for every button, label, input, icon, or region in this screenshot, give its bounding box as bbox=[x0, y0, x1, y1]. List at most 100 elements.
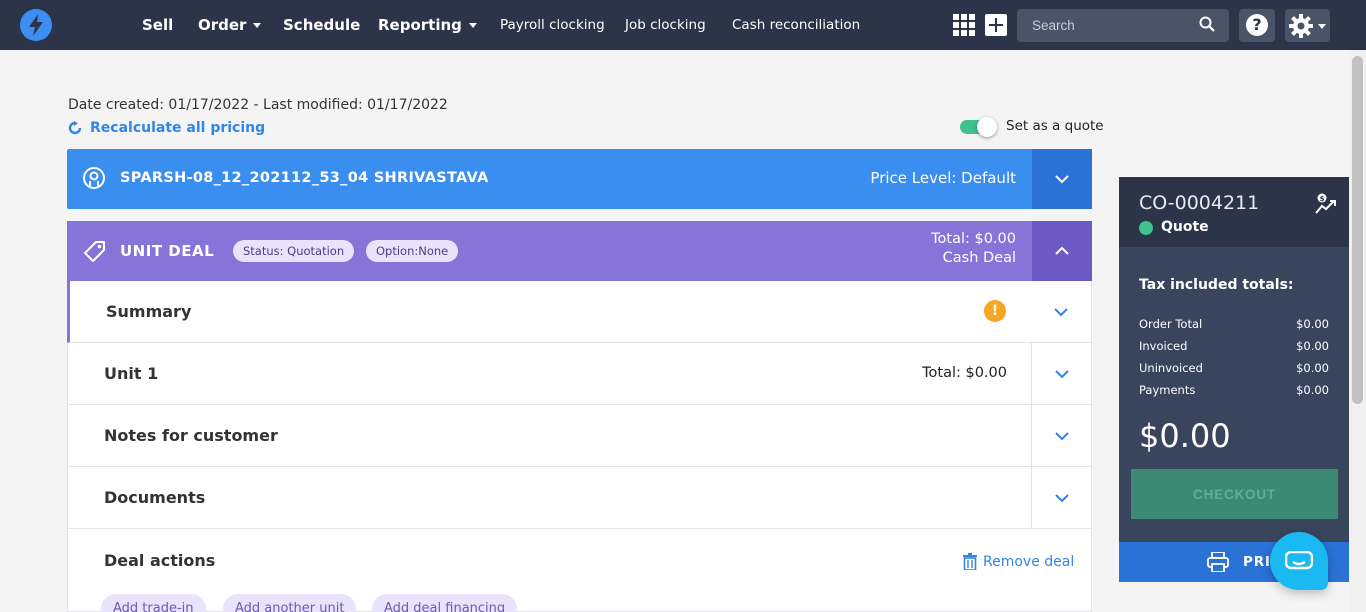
add-trade-in-button[interactable]: Add trade-in bbox=[101, 594, 206, 612]
deal-option-pill[interactable]: Option:None bbox=[366, 240, 459, 262]
panel-header: CO-0004211 Quote $ bbox=[1119, 177, 1349, 247]
nav-order-label: Order bbox=[198, 16, 247, 34]
nav-job-clocking[interactable]: Job clocking bbox=[625, 0, 706, 50]
deal-actions-label: Deal actions bbox=[104, 551, 216, 570]
refresh-icon bbox=[68, 121, 82, 135]
totals-row-label: Payments bbox=[1139, 383, 1196, 397]
tax-totals-title: Tax included totals: bbox=[1139, 277, 1294, 293]
notes-for-customer-section[interactable]: Notes for customer bbox=[67, 405, 1092, 467]
totals-row-value: $0.00 bbox=[1296, 361, 1329, 375]
top-navigation-bar: Sell Order Schedule Reporting Payroll cl… bbox=[0, 0, 1366, 50]
order-status: Quote bbox=[1161, 219, 1209, 235]
set-as-quote-toggle[interactable] bbox=[960, 117, 998, 137]
documents-section[interactable]: Documents bbox=[67, 467, 1092, 529]
page-scrollbar[interactable] bbox=[1349, 50, 1366, 612]
order-summary-panel: CO-0004211 Quote $ Tax included totals: … bbox=[1119, 177, 1349, 582]
nav-order-dropdown[interactable]: Order bbox=[198, 0, 262, 50]
unit-1-total: Total: $0.00 bbox=[922, 365, 1007, 381]
chat-support-button[interactable] bbox=[1270, 532, 1328, 590]
totals-row-label: Uninvoiced bbox=[1139, 361, 1203, 375]
apps-grid-icon[interactable] bbox=[953, 14, 975, 36]
chevron-up-icon bbox=[1055, 246, 1069, 255]
customer-avatar-icon bbox=[83, 167, 105, 189]
checkout-button[interactable]: CHECKOUT bbox=[1131, 469, 1338, 519]
totals-row: Order Total $0.00 bbox=[1139, 316, 1329, 338]
price-trend-icon[interactable]: $ bbox=[1314, 193, 1338, 217]
documents-expand-button[interactable] bbox=[1031, 467, 1091, 528]
help-icon: ? bbox=[1246, 14, 1268, 36]
totals-row-value: $0.00 bbox=[1296, 383, 1329, 397]
deal-type: Cash Deal bbox=[942, 250, 1016, 266]
totals-row-label: Order Total bbox=[1139, 317, 1203, 331]
status-dot-icon bbox=[1139, 221, 1153, 235]
totals-row: Uninvoiced $0.00 bbox=[1139, 360, 1329, 382]
notes-for-customer-label: Notes for customer bbox=[104, 426, 278, 445]
chevron-down-icon bbox=[1055, 370, 1069, 379]
nav-payroll-clocking[interactable]: Payroll clocking bbox=[500, 0, 605, 50]
add-another-unit-button[interactable]: Add another unit bbox=[223, 594, 357, 612]
summary-section[interactable]: Summary ! bbox=[67, 281, 1092, 343]
deal-totals: Total: $0.00 Cash Deal bbox=[931, 230, 1016, 268]
svg-text:$: $ bbox=[1320, 195, 1325, 203]
unit-1-expand-button[interactable] bbox=[1031, 343, 1091, 404]
settings-button[interactable] bbox=[1285, 9, 1330, 42]
nav-schedule[interactable]: Schedule bbox=[283, 0, 360, 50]
totals-list: Order Total $0.00 Invoiced $0.00 Uninvoice… bbox=[1139, 316, 1329, 404]
chevron-down-icon bbox=[1055, 432, 1069, 441]
nav-sell[interactable]: Sell bbox=[142, 0, 173, 50]
nav-payroll-clocking-label: Payroll clocking bbox=[500, 17, 605, 33]
customer-name[interactable]: SPARSH-08_12_202112_53_04 SHRIVASTAVA bbox=[120, 170, 489, 186]
documents-label: Documents bbox=[104, 488, 206, 507]
caret-down-icon bbox=[1318, 24, 1326, 29]
search-input[interactable] bbox=[1017, 9, 1197, 42]
recalculate-pricing-link[interactable]: Recalculate all pricing bbox=[68, 120, 265, 136]
deal-collapse-button[interactable] bbox=[1032, 221, 1092, 281]
trash-icon bbox=[963, 553, 977, 570]
totals-row-label: Invoiced bbox=[1139, 339, 1188, 353]
unit-deal-bar: UNIT DEAL Status: Quotation Option:None … bbox=[67, 221, 1092, 281]
unit-1-section[interactable]: Unit 1 Total: $0.00 bbox=[67, 343, 1092, 405]
printer-icon bbox=[1207, 552, 1229, 572]
deal-total: Total: $0.00 bbox=[931, 231, 1016, 247]
chevron-down-icon bbox=[1055, 494, 1069, 503]
customer-expand-button[interactable] bbox=[1032, 149, 1092, 209]
nav-schedule-label: Schedule bbox=[283, 16, 361, 34]
summary-label: Summary bbox=[106, 302, 192, 321]
deal-actions-section: Deal actions Remove deal Add trade-in Ad… bbox=[67, 529, 1092, 612]
nav-reporting-label: Reporting bbox=[378, 16, 462, 34]
add-deal-financing-button[interactable]: Add deal financing bbox=[372, 594, 518, 612]
price-level: Price Level: Default bbox=[870, 169, 1016, 187]
order-number: CO-0004211 bbox=[1139, 192, 1260, 214]
gear-icon bbox=[1289, 14, 1313, 38]
tag-icon bbox=[84, 241, 105, 262]
nav-reporting-dropdown[interactable]: Reporting bbox=[378, 0, 477, 50]
summary-expand-button[interactable] bbox=[1031, 281, 1091, 342]
deal-status-pill[interactable]: Status: Quotation bbox=[233, 240, 355, 262]
totals-row: Invoiced $0.00 bbox=[1139, 338, 1329, 360]
chevron-down-icon bbox=[1054, 308, 1068, 317]
customer-bar: SPARSH-08_12_202112_53_04 SHRIVASTAVA Pr… bbox=[67, 149, 1092, 209]
totals-row: Payments $0.00 bbox=[1139, 382, 1329, 404]
order-date-info: Date created: 01/17/2022 - Last modified… bbox=[68, 97, 448, 113]
notes-expand-button[interactable] bbox=[1031, 405, 1091, 466]
add-plus-icon[interactable] bbox=[985, 14, 1007, 36]
unit-1-label: Unit 1 bbox=[104, 364, 159, 383]
nav-cash-reconciliation[interactable]: Cash reconciliation bbox=[732, 0, 860, 50]
set-as-quote-label: Set as a quote bbox=[1006, 118, 1104, 134]
chevron-down-icon bbox=[1055, 175, 1069, 184]
lightning-logo-icon[interactable] bbox=[20, 9, 52, 41]
caret-down-icon bbox=[253, 22, 262, 28]
caret-down-icon bbox=[468, 22, 477, 28]
help-button[interactable]: ? bbox=[1239, 9, 1275, 42]
remove-deal-button[interactable]: Remove deal bbox=[963, 553, 1074, 570]
search-box bbox=[1017, 9, 1229, 42]
search-icon[interactable] bbox=[1199, 16, 1215, 32]
scrollbar-thumb[interactable] bbox=[1352, 56, 1363, 404]
nav-job-clocking-label: Job clocking bbox=[625, 17, 706, 33]
warning-icon: ! bbox=[984, 300, 1006, 322]
totals-row-value: $0.00 bbox=[1296, 317, 1329, 331]
recalculate-pricing-label: Recalculate all pricing bbox=[90, 120, 266, 136]
grand-total: $0.00 bbox=[1139, 417, 1231, 455]
nav-cash-reconciliation-label: Cash reconciliation bbox=[732, 17, 861, 33]
toggle-knob bbox=[977, 117, 997, 137]
